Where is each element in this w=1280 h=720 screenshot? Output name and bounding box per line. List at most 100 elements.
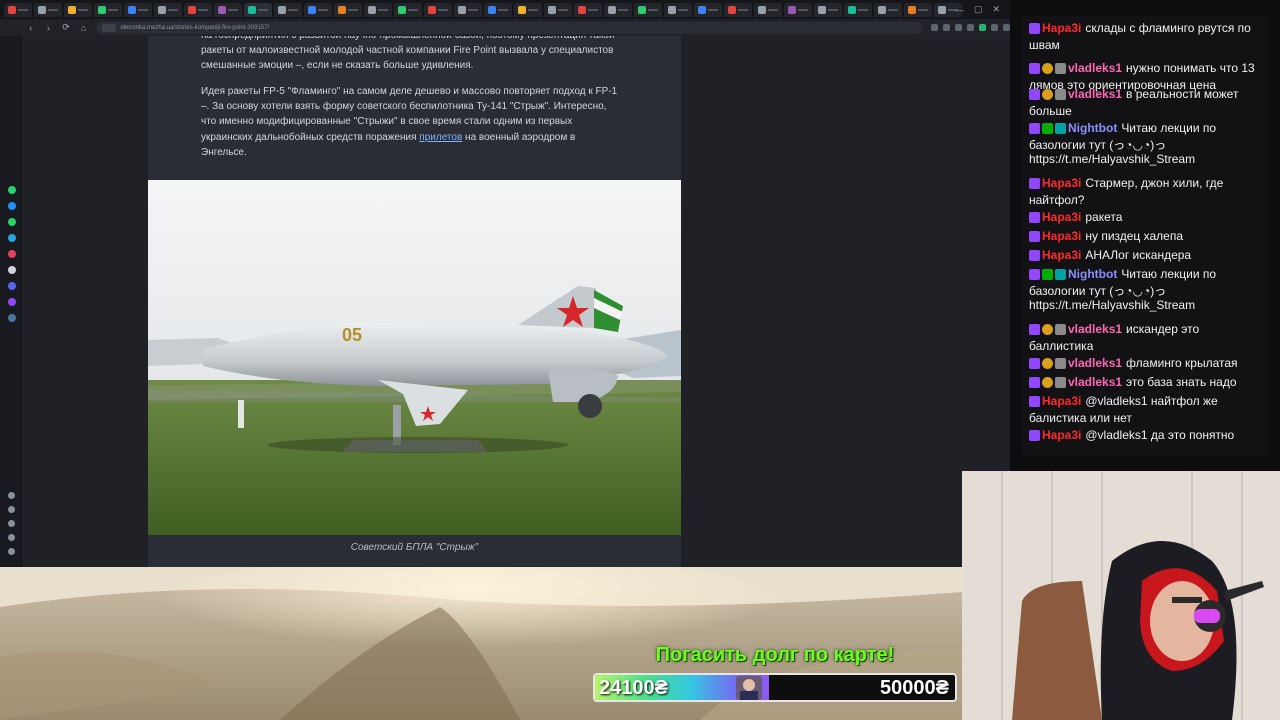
browser-tab[interactable] bbox=[244, 2, 272, 17]
browser-tab[interactable] bbox=[844, 2, 872, 17]
instagram-icon[interactable] bbox=[8, 250, 16, 258]
chat-username[interactable]: vladleks1 bbox=[1068, 87, 1122, 101]
chat-badge-icon bbox=[1029, 358, 1040, 369]
browser-tab[interactable] bbox=[424, 2, 452, 17]
browser-tab[interactable] bbox=[724, 2, 752, 17]
close-button[interactable]: ✕ bbox=[992, 4, 1000, 15]
chat-username[interactable]: Nightbot bbox=[1068, 267, 1117, 281]
browser-tab[interactable] bbox=[694, 2, 722, 17]
chat-badges bbox=[1029, 23, 1042, 38]
chat-badge-icon bbox=[1029, 430, 1040, 441]
browser-tab[interactable] bbox=[304, 2, 332, 17]
article-link[interactable]: прилетов bbox=[419, 132, 462, 143]
browser-tab[interactable] bbox=[814, 2, 842, 17]
browser-tab[interactable] bbox=[214, 2, 242, 17]
chat-badge-icon bbox=[1042, 269, 1053, 280]
browser-tab[interactable] bbox=[124, 2, 152, 17]
browser-tab[interactable] bbox=[34, 2, 62, 17]
history-icon[interactable] bbox=[8, 492, 15, 499]
browser-tab[interactable] bbox=[784, 2, 812, 17]
discord-icon[interactable] bbox=[8, 282, 16, 290]
chat-username[interactable]: Нара3і bbox=[1042, 176, 1081, 190]
chat-username[interactable]: Нара3і bbox=[1042, 210, 1081, 224]
notes-icon[interactable] bbox=[8, 520, 15, 527]
browser-tab[interactable] bbox=[64, 2, 92, 17]
browser-tab[interactable] bbox=[664, 2, 692, 17]
forward-button[interactable]: › bbox=[44, 23, 54, 33]
site-info-icon[interactable] bbox=[102, 23, 117, 32]
whatsapp-icon[interactable] bbox=[8, 218, 16, 226]
vk-icon[interactable] bbox=[8, 314, 16, 322]
browser-tab[interactable] bbox=[514, 2, 542, 17]
extension-icon[interactable] bbox=[1002, 24, 1010, 31]
messenger-icon[interactable] bbox=[8, 186, 16, 194]
chat-badge-icon bbox=[1055, 324, 1066, 335]
chat-badge-icon bbox=[1029, 396, 1040, 407]
chat-username[interactable]: Нара3і bbox=[1042, 248, 1081, 262]
maximize-button[interactable]: ▢ bbox=[974, 4, 983, 15]
chat-message: Нара3і склады с фламинго рвутся по швам bbox=[1029, 21, 1265, 52]
settings-icon[interactable] bbox=[8, 548, 15, 555]
telegram-icon[interactable] bbox=[8, 234, 16, 242]
chat-username[interactable]: Нара3і bbox=[1042, 229, 1081, 243]
reload-button[interactable]: ⟳ bbox=[61, 22, 71, 33]
browser-tab[interactable] bbox=[874, 2, 902, 17]
browser-tab[interactable] bbox=[334, 2, 362, 17]
extension-icon[interactable] bbox=[966, 24, 974, 31]
chat-badge-icon bbox=[1029, 269, 1040, 280]
chat-text: ну пиздец халепа bbox=[1085, 229, 1184, 243]
chat-username[interactable]: Нара3і bbox=[1042, 394, 1081, 408]
chat-username[interactable]: Нара3і bbox=[1042, 428, 1081, 442]
downloads-icon[interactable] bbox=[8, 506, 15, 513]
browser-tab[interactable] bbox=[904, 2, 932, 17]
extension-icon[interactable] bbox=[942, 24, 950, 31]
chat-username[interactable]: Нара3і bbox=[1042, 21, 1081, 35]
messenger-icon[interactable] bbox=[8, 202, 16, 210]
chat-text: АНАЛог искандера bbox=[1085, 248, 1192, 262]
back-button[interactable]: ‹ bbox=[26, 23, 36, 33]
browser-tab[interactable] bbox=[4, 2, 32, 17]
extension-icon[interactable] bbox=[978, 24, 986, 31]
chat-message: vladleks1 в реальности может больше bbox=[1029, 87, 1265, 118]
browser-tab[interactable] bbox=[754, 2, 782, 17]
browser-tab[interactable] bbox=[154, 2, 182, 17]
browser-tab[interactable] bbox=[274, 2, 302, 17]
window-controls: ⌕ — ▢ ✕ bbox=[940, 0, 1010, 19]
chat-badges bbox=[1029, 358, 1068, 373]
chat-badges bbox=[1029, 231, 1042, 246]
browser-tab[interactable] bbox=[394, 2, 422, 17]
search-icon[interactable]: ⌕ bbox=[940, 4, 945, 15]
browser-tab[interactable] bbox=[454, 2, 482, 17]
extension-icon[interactable] bbox=[990, 24, 998, 31]
chat-username[interactable]: vladleks1 bbox=[1068, 61, 1122, 75]
browser-tab[interactable] bbox=[574, 2, 602, 17]
browser-tab[interactable] bbox=[604, 2, 632, 17]
chat-username[interactable]: vladleks1 bbox=[1068, 356, 1122, 370]
home-button[interactable]: ⌂ bbox=[79, 23, 89, 33]
minimize-button[interactable]: — bbox=[955, 5, 964, 15]
browser-tab[interactable] bbox=[544, 2, 572, 17]
url-input[interactable]: oboronka.mezha.ua/stories-kompaniji-fire… bbox=[96, 21, 923, 34]
webcam-feed bbox=[962, 471, 1280, 720]
browser-tab[interactable] bbox=[94, 2, 122, 17]
article-paragraph: на госпредприятия с развитой научно-пром… bbox=[201, 36, 614, 72]
browser-tab[interactable] bbox=[184, 2, 212, 17]
chat-username[interactable]: vladleks1 bbox=[1068, 322, 1122, 336]
clock-icon[interactable] bbox=[8, 534, 15, 541]
browser-window: ⌕ — ▢ ✕ ‹ › ⟳ ⌂ oboronka.mezha.ua/storie… bbox=[0, 0, 1010, 567]
chat-username[interactable]: vladleks1 bbox=[1068, 375, 1122, 389]
browser-tab[interactable] bbox=[484, 2, 512, 17]
browser-tab[interactable] bbox=[634, 2, 662, 17]
x-icon[interactable] bbox=[8, 266, 16, 274]
chat-badge-icon bbox=[1055, 358, 1066, 369]
chat-badge-icon bbox=[1029, 23, 1040, 34]
tab-strip[interactable] bbox=[0, 0, 1010, 19]
chat-badge-icon bbox=[1029, 377, 1040, 388]
address-bar-row: ‹ › ⟳ ⌂ oboronka.mezha.ua/stories-kompan… bbox=[0, 19, 1010, 36]
extension-icon[interactable] bbox=[930, 24, 938, 31]
chat-badge-icon bbox=[1029, 231, 1040, 242]
twitch-icon[interactable] bbox=[8, 298, 16, 306]
extension-icon[interactable] bbox=[954, 24, 962, 31]
browser-tab[interactable] bbox=[364, 2, 392, 17]
chat-username[interactable]: Nightbot bbox=[1068, 121, 1117, 135]
